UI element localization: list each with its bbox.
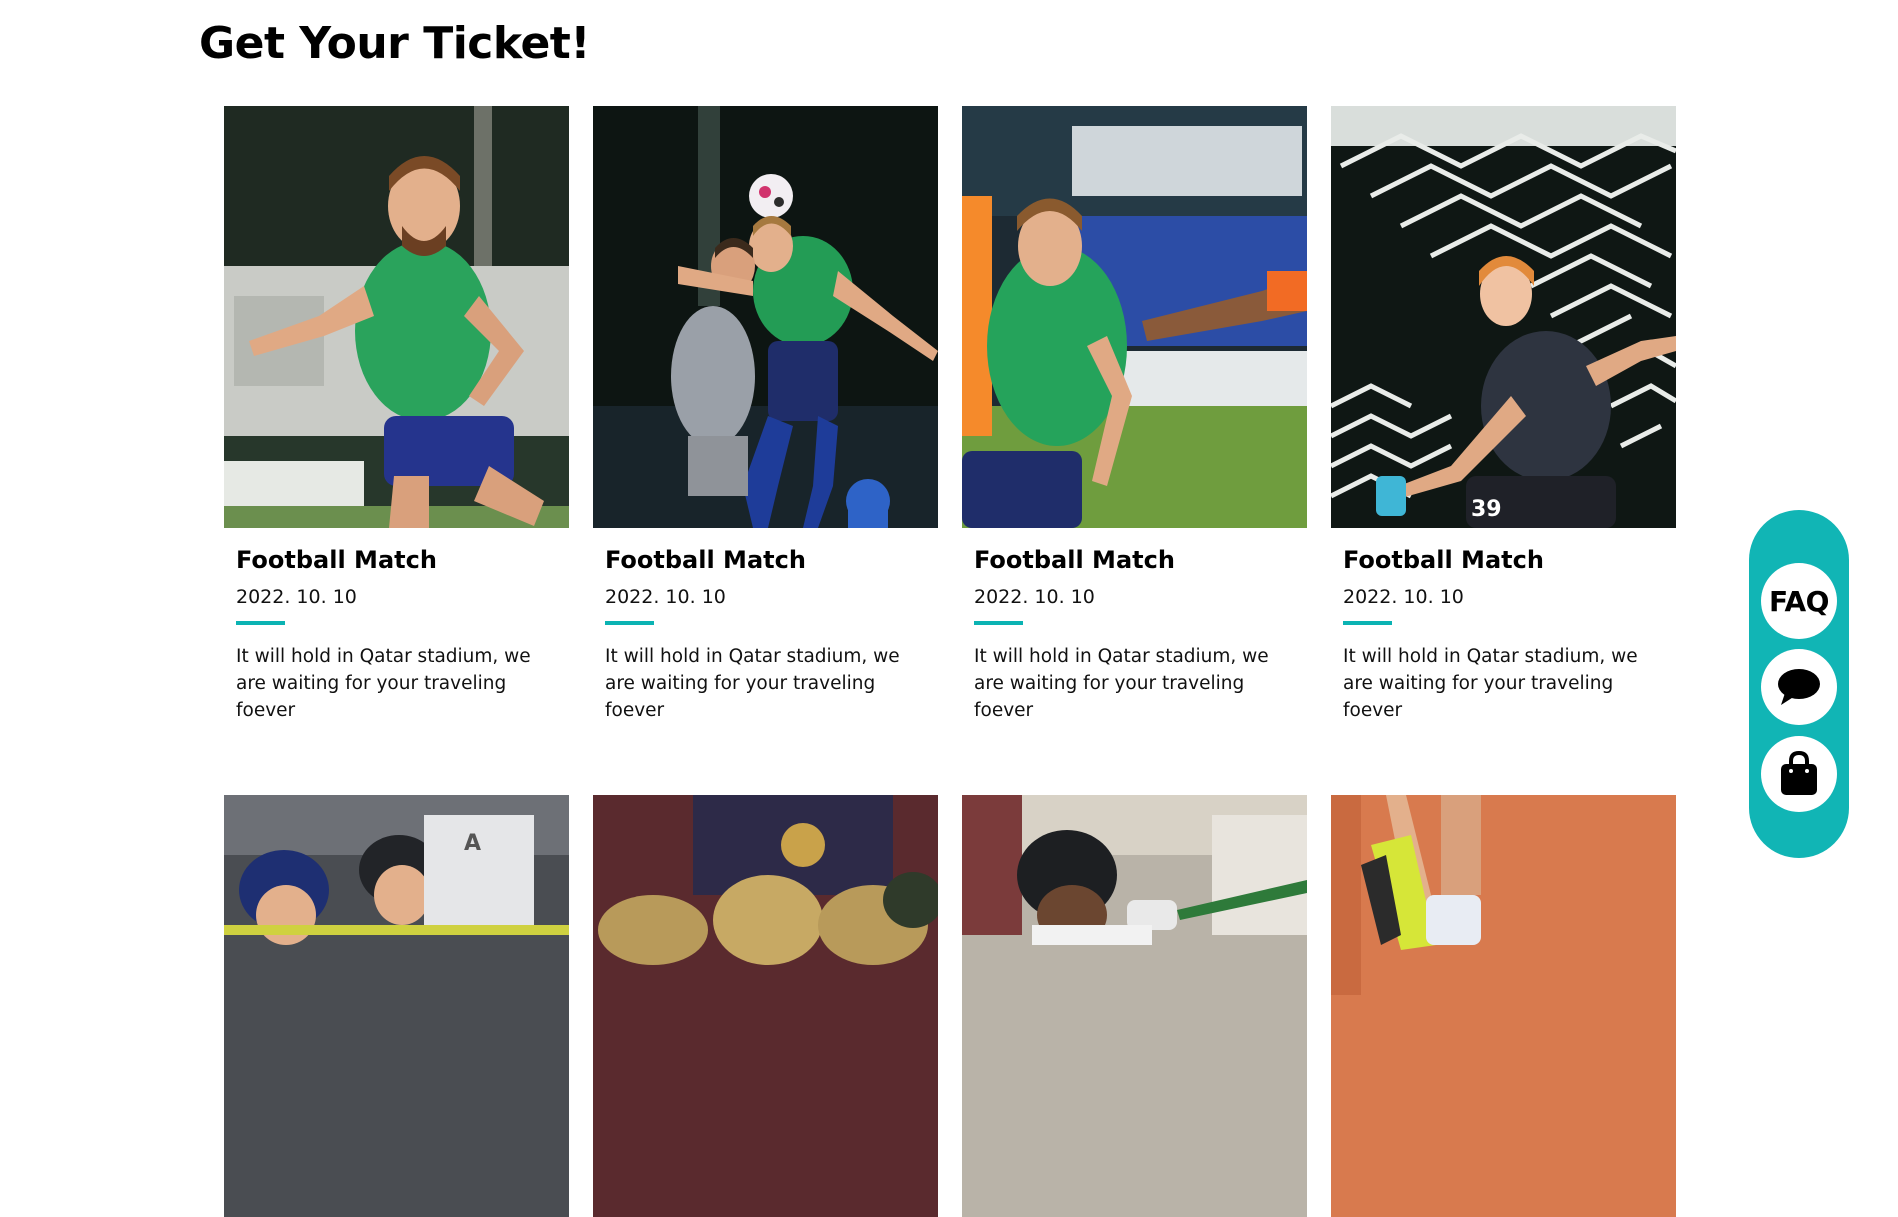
card-title: Football Match (236, 546, 437, 574)
ticket-card[interactable]: Football Match 2022. 10. 10 It will hold… (224, 106, 569, 724)
card-title: Football Match (1343, 546, 1544, 574)
card-title: Football Match (605, 546, 806, 574)
ticket-card[interactable]: A (224, 795, 569, 1217)
chat-button[interactable] (1761, 649, 1837, 725)
card-photo-baseball[interactable] (962, 795, 1307, 1217)
bag-button[interactable] (1761, 736, 1837, 812)
card-photo-tennis[interactable] (1331, 795, 1676, 1217)
ticket-card[interactable]: 39 Football Match 2022. 10. 10 It will h… (1331, 106, 1676, 724)
card-description: It will hold in Qatar stadium, we are wa… (974, 646, 1269, 721)
svg-text:39: 39 (1471, 497, 1502, 522)
card-divider (236, 621, 285, 625)
card-photo-hockey[interactable]: A (224, 795, 569, 1217)
ticket-card[interactable] (593, 795, 938, 1217)
svg-text:A: A (464, 831, 481, 856)
ticket-card[interactable] (962, 795, 1307, 1217)
ticket-card[interactable]: Football Match 2022. 10. 10 It will hold… (593, 106, 938, 724)
card-title: Football Match (974, 546, 1175, 574)
card-divider (974, 621, 1023, 625)
card-photo-goalkeeper[interactable]: 39 (1331, 106, 1676, 528)
ticket-card[interactable] (1331, 795, 1676, 1217)
card-description: It will hold in Qatar stadium, we are wa… (1343, 646, 1638, 721)
faq-label: FAQ (1769, 584, 1829, 618)
card-description: It will hold in Qatar stadium, we are wa… (605, 646, 900, 721)
card-date: 2022. 10. 10 (605, 586, 726, 608)
card-photo-football-player-running[interactable] (224, 106, 569, 528)
card-date: 2022. 10. 10 (1343, 586, 1464, 608)
card-divider (1343, 621, 1392, 625)
shopping-bag-icon (1781, 751, 1817, 795)
floating-side-menu: FAQ (1749, 510, 1849, 858)
page-title: Get Your Ticket! (199, 18, 590, 69)
card-description: It will hold in Qatar stadium, we are wa… (236, 646, 531, 721)
ticket-card[interactable]: Football Match 2022. 10. 10 It will hold… (962, 106, 1307, 724)
card-divider (605, 621, 654, 625)
card-photo-football-header[interactable] (593, 106, 938, 528)
speech-bubble-icon (1778, 669, 1820, 705)
card-date: 2022. 10. 10 (974, 586, 1095, 608)
card-date: 2022. 10. 10 (236, 586, 357, 608)
faq-button[interactable]: FAQ (1761, 563, 1837, 639)
card-photo-american-football[interactable] (593, 795, 938, 1217)
card-photo-football-dribble[interactable] (962, 106, 1307, 528)
